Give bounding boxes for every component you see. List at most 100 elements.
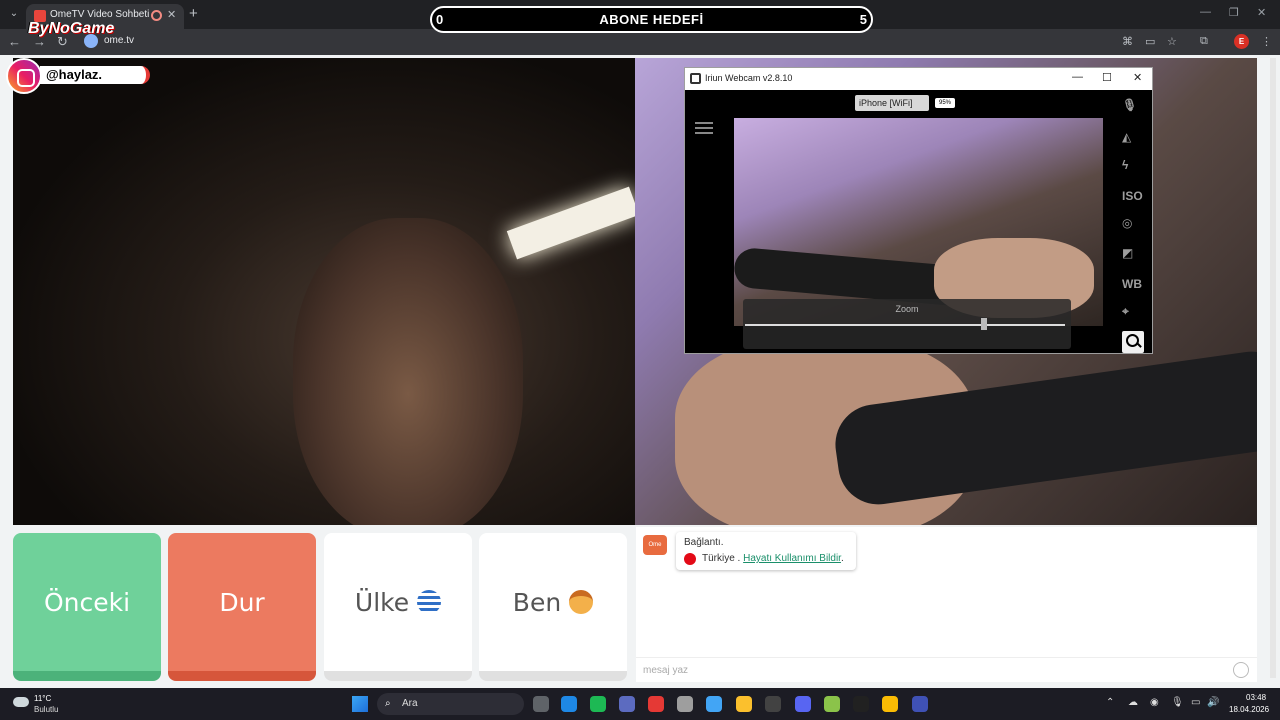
chrome-icon[interactable] bbox=[882, 696, 898, 712]
weather-condition: Bulutlu bbox=[34, 705, 59, 714]
new-tab-icon[interactable]: + bbox=[189, 5, 198, 22]
flash-icon[interactable]: ϟ bbox=[1122, 158, 1128, 172]
iriun-maximize-icon[interactable]: ☐ bbox=[1102, 71, 1112, 84]
gender-button[interactable]: Ben bbox=[479, 533, 627, 681]
aperture-icon[interactable]: ◎ bbox=[1122, 216, 1132, 230]
remote-video bbox=[13, 58, 635, 525]
file-explorer-icon[interactable] bbox=[736, 696, 752, 712]
page-scrollbar[interactable] bbox=[1270, 58, 1276, 678]
message-input[interactable]: mesaj yaz bbox=[636, 657, 1257, 682]
report-abuse-link[interactable]: Hayatı Kullanımı Bildir bbox=[743, 553, 841, 564]
iriun-app-icon bbox=[690, 73, 701, 84]
goal-title: ABONE HEDEFİ bbox=[599, 12, 704, 27]
battery-indicator: 95% bbox=[935, 98, 955, 108]
app2-icon[interactable] bbox=[824, 696, 840, 712]
iriun-minimize-icon[interactable]: — bbox=[1072, 71, 1083, 83]
search-icon: ⌕ bbox=[385, 698, 391, 709]
network-icon[interactable]: ▭ bbox=[1191, 697, 1200, 708]
weather-temperature: 11°C bbox=[34, 694, 52, 703]
mic-tray-icon[interactable]: 🎙 bbox=[1171, 697, 1184, 708]
me-label: Ben bbox=[512, 588, 562, 617]
task-view-icon[interactable] bbox=[533, 696, 549, 712]
onedrive-icon[interactable]: ☁ bbox=[1128, 697, 1138, 708]
volume-icon[interactable]: 🔊 bbox=[1207, 697, 1219, 708]
extensions-icon[interactable]: ⧉ bbox=[1200, 35, 1208, 48]
partner-country: Türkiye . bbox=[702, 553, 741, 564]
country-button[interactable]: Ülke bbox=[324, 533, 472, 681]
tray-app-icon[interactable]: ◉ bbox=[1150, 697, 1159, 708]
discord-icon[interactable] bbox=[795, 696, 811, 712]
steam-icon[interactable] bbox=[765, 696, 781, 712]
iriun-taskbar-icon[interactable] bbox=[912, 696, 928, 712]
profile-avatar[interactable]: E bbox=[1234, 34, 1249, 49]
zoom-magnifier-icon[interactable] bbox=[1122, 331, 1144, 353]
app-icon[interactable] bbox=[619, 696, 635, 712]
ometv-logo-icon: Ome bbox=[643, 535, 667, 555]
message-placeholder: mesaj yaz bbox=[643, 665, 689, 676]
minimize-icon[interactable]: — bbox=[1200, 6, 1211, 18]
instagram-handle: @haylaz. bbox=[40, 66, 150, 84]
previous-button[interactable]: Önceki bbox=[13, 533, 161, 681]
white-balance-button[interactable]: WB bbox=[1122, 277, 1142, 291]
spotify-icon[interactable] bbox=[590, 696, 606, 712]
stop-label: Dur bbox=[219, 588, 265, 617]
previous-label: Önceki bbox=[43, 588, 131, 617]
exposure-icon[interactable]: ◩ bbox=[1122, 246, 1133, 260]
instagram-icon bbox=[6, 58, 42, 94]
translate-icon[interactable]: ⌘ bbox=[1122, 35, 1133, 48]
focus-icon[interactable]: ⌖ bbox=[1122, 304, 1129, 319]
chat-message: Bağlantı. Türkiye . Hayatı Kullanımı Bil… bbox=[676, 532, 856, 570]
taskbar-search-placeholder: Ara bbox=[402, 698, 418, 709]
bookmark-star-icon[interactable]: ☆ bbox=[1167, 35, 1177, 48]
close-window-icon[interactable]: ✕ bbox=[1257, 6, 1266, 19]
taskbar-search[interactable]: ⌕ Ara bbox=[377, 693, 524, 715]
remote-person bbox=[293, 218, 523, 525]
mail-icon[interactable] bbox=[706, 696, 722, 712]
windows-taskbar: 11°C Bulutlu ⌕ Ara ⌃ ☁ ◉ 🎙 ▭ 🔊 03:48 18.… bbox=[0, 688, 1280, 720]
zoom-panel: Zoom bbox=[743, 299, 1071, 349]
hamburger-menu-icon[interactable] bbox=[695, 122, 713, 134]
iso-button[interactable]: ISO bbox=[1122, 189, 1143, 203]
chat-panel: Ome Bağlantı. Türkiye . Hayatı Kullanımı… bbox=[636, 527, 1257, 682]
goal-target: 5 bbox=[859, 12, 867, 27]
menu-kebab-icon[interactable]: ⋮ bbox=[1261, 35, 1272, 48]
bynogame-logo: ByNoGame bbox=[28, 20, 115, 37]
emoji-picker-icon[interactable] bbox=[1233, 662, 1249, 678]
mirror-icon[interactable]: ◭ bbox=[1122, 130, 1131, 144]
iriun-webcam-window: Iriun Webcam v2.8.10 — ☐ ✕ iPhone [WiFi]… bbox=[684, 67, 1153, 354]
edge-icon[interactable] bbox=[561, 696, 577, 712]
back-icon[interactable]: ← bbox=[8, 34, 21, 49]
greece-flag-icon bbox=[417, 590, 442, 614]
store-icon[interactable] bbox=[677, 696, 693, 712]
iriun-title: Iriun Webcam v2.8.10 bbox=[705, 73, 793, 83]
boy-emoji-icon bbox=[569, 590, 594, 614]
tab-search-icon[interactable]: ⌄ bbox=[6, 6, 22, 22]
country-label: Ülke bbox=[354, 588, 410, 617]
camera-preview bbox=[734, 118, 1103, 326]
maximize-icon[interactable]: ❐ bbox=[1229, 6, 1239, 19]
cloud-icon[interactable] bbox=[13, 697, 29, 707]
recording-icon bbox=[151, 10, 162, 21]
tab-title: OmeTV Video Sohbeti — O bbox=[50, 9, 150, 20]
iriun-titlebar[interactable]: Iriun Webcam v2.8.10 — ☐ ✕ bbox=[685, 68, 1152, 90]
lamp-light bbox=[506, 186, 635, 260]
tray-expand-icon[interactable]: ⌃ bbox=[1106, 697, 1114, 708]
zoom-slider-thumb[interactable] bbox=[980, 318, 987, 330]
clock-time[interactable]: 03:48 bbox=[1246, 693, 1266, 702]
microphone-icon[interactable]: 🎙 bbox=[1122, 98, 1137, 112]
obs-icon[interactable] bbox=[853, 696, 869, 712]
turkey-flag-icon bbox=[684, 553, 696, 565]
partner-country-line: Türkiye . Hayatı Kullanımı Bildir. bbox=[702, 553, 844, 564]
device-select[interactable]: iPhone [WiFi] bbox=[855, 95, 929, 111]
subscriber-goal-bar: 0 ABONE HEDEFİ 5 bbox=[430, 6, 873, 33]
cast-icon[interactable]: ▭ bbox=[1145, 35, 1155, 48]
clock-date[interactable]: 18.04.2026 bbox=[1229, 705, 1269, 714]
zoom-label: Zoom bbox=[895, 304, 919, 314]
opera-icon[interactable] bbox=[648, 696, 664, 712]
zoom-slider-track[interactable] bbox=[745, 324, 1065, 326]
connection-status: Bağlantı. bbox=[684, 537, 724, 548]
stop-button[interactable]: Dur bbox=[168, 533, 316, 681]
tab-close-icon[interactable]: ✕ bbox=[167, 8, 176, 21]
iriun-close-icon[interactable]: ✕ bbox=[1133, 71, 1142, 84]
start-button-icon[interactable] bbox=[352, 696, 368, 712]
